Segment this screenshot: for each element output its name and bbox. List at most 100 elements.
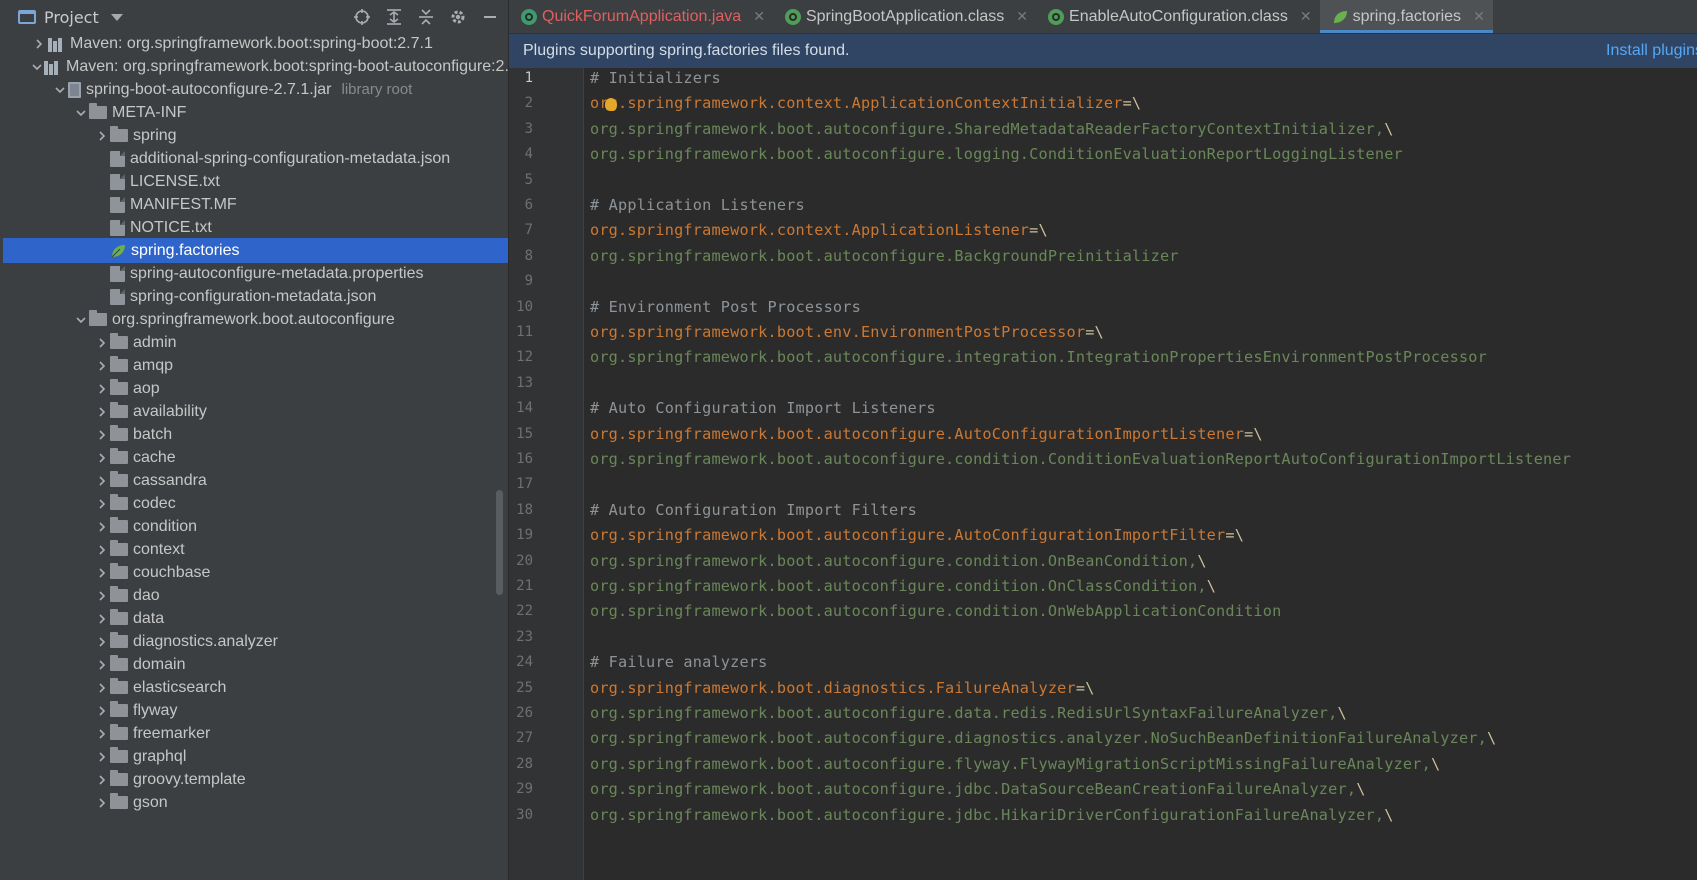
tree-item[interactable]: context [3, 537, 508, 562]
tree-item[interactable]: LICENSE.txt [3, 169, 508, 194]
tree-item[interactable]: flyway [3, 698, 508, 723]
code-line[interactable]: org.springframework.boot.env.Environment… [590, 319, 1104, 346]
chevron-right-icon[interactable] [94, 128, 110, 144]
chevron-right-icon[interactable] [94, 496, 110, 512]
tree-item[interactable]: diagnostics.analyzer [3, 629, 508, 654]
locate-icon[interactable] [352, 7, 372, 27]
code-line[interactable]: org.springframework.boot.autoconfigure.S… [590, 116, 1394, 143]
code-line[interactable]: org.springframework.boot.autoconfigure.f… [590, 751, 1440, 778]
tree-item[interactable]: batch [3, 422, 508, 447]
chevron-right-icon[interactable] [94, 519, 110, 535]
code-line[interactable]: org.springframework.boot.autoconfigure.j… [590, 802, 1394, 829]
chevron-right-icon[interactable] [94, 749, 110, 765]
chevron-right-icon[interactable] [94, 404, 110, 420]
chevron-right-icon[interactable] [94, 772, 110, 788]
code-line[interactable]: org.springframework.boot.autoconfigure.c… [590, 573, 1216, 600]
tree-item[interactable]: MANIFEST.MF [3, 192, 508, 217]
tree-item[interactable]: couchbase [3, 560, 508, 585]
code-line[interactable]: org.springframework.boot.autoconfigure.l… [590, 141, 1403, 168]
tree-item[interactable]: additional-spring-configuration-metadata… [3, 146, 508, 171]
tree-item[interactable]: NOTICE.txt [3, 215, 508, 240]
code-line[interactable]: org.springframework.boot.autoconfigure.A… [590, 522, 1244, 549]
tree-item[interactable]: spring.factories [3, 238, 508, 263]
chevron-right-icon[interactable] [94, 542, 110, 558]
tree-item[interactable]: org.springframework.boot.autoconfigure [3, 307, 508, 332]
chevron-right-icon[interactable] [94, 381, 110, 397]
code-line[interactable]: org.springframework.boot.autoconfigure.i… [590, 344, 1487, 371]
chevron-right-icon[interactable] [94, 427, 110, 443]
project-tree[interactable]: Maven: org.springframework.boot:spring-b… [0, 34, 508, 880]
chevron-down-icon[interactable] [73, 312, 89, 328]
code-editor[interactable]: 1 2 3 4 5 6 7 8 9 10 11 12 13 14 15 16 17 18 19 20 21 22 23 24 2… [509, 68, 1697, 880]
tree-item[interactable]: graphql [3, 744, 508, 769]
tree-item[interactable]: domain [3, 652, 508, 677]
chevron-right-icon[interactable] [94, 703, 110, 719]
tree-item[interactable]: cache [3, 445, 508, 470]
chevron-right-icon[interactable] [31, 36, 47, 52]
tree-item[interactable]: aop [3, 376, 508, 401]
tree-item[interactable]: availability [3, 399, 508, 424]
editor-tab[interactable]: QuickForumApplication.java ✕ [509, 0, 773, 33]
code-line[interactable]: # Application Listeners [590, 192, 805, 219]
code-line[interactable]: # Failure analyzers [590, 649, 768, 676]
close-icon[interactable]: ✕ [1300, 8, 1312, 25]
code-line[interactable]: # Auto Configuration Import Filters [590, 497, 917, 524]
collapse-all-icon[interactable] [416, 7, 436, 27]
code-line[interactable]: # Auto Configuration Import Listeners [590, 395, 936, 422]
code-line[interactable]: org.springframework.context.ApplicationC… [590, 90, 1141, 117]
tree-item[interactable]: spring [3, 123, 508, 148]
gear-icon[interactable] [448, 7, 468, 27]
code-line[interactable]: org.springframework.boot.autoconfigure.d… [590, 700, 1347, 727]
close-icon[interactable]: ✕ [1016, 8, 1028, 25]
code-line[interactable]: org.springframework.boot.diagnostics.Fai… [590, 675, 1095, 702]
intention-bulb-icon[interactable] [605, 98, 617, 111]
close-icon[interactable]: ✕ [1473, 8, 1485, 25]
tree-item[interactable]: dao [3, 583, 508, 608]
tree-scrollbar[interactable] [496, 490, 503, 595]
tree-item[interactable]: freemarker [3, 721, 508, 746]
chevron-down-icon[interactable] [110, 13, 123, 21]
chevron-right-icon[interactable] [94, 450, 110, 466]
chevron-right-icon[interactable] [94, 680, 110, 696]
minimize-icon[interactable] [480, 7, 500, 27]
code-line[interactable]: org.springframework.boot.autoconfigure.c… [590, 446, 1571, 473]
code-line[interactable]: # Initializers [590, 68, 721, 92]
tree-item[interactable]: Maven: org.springframework.boot:spring-b… [3, 54, 508, 79]
chevron-right-icon[interactable] [94, 588, 110, 604]
code-line[interactable]: # Environment Post Processors [590, 294, 861, 321]
chevron-right-icon[interactable] [94, 565, 110, 581]
chevron-right-icon[interactable] [94, 726, 110, 742]
tree-item[interactable]: Maven: org.springframework.boot:spring-b… [3, 31, 508, 56]
code-line[interactable]: org.springframework.context.ApplicationL… [590, 217, 1048, 244]
project-view-title[interactable]: Project [44, 8, 99, 27]
chevron-right-icon[interactable] [94, 358, 110, 374]
chevron-down-icon[interactable] [52, 82, 68, 98]
tree-item[interactable]: groovy.template [3, 767, 508, 792]
tree-item[interactable]: data [3, 606, 508, 631]
tree-item[interactable]: gson [3, 790, 508, 815]
tree-item[interactable]: spring-autoconfigure-metadata.properties [3, 261, 508, 286]
code-line[interactable]: org.springframework.boot.autoconfigure.A… [590, 421, 1263, 448]
tree-item[interactable]: spring-configuration-metadata.json [3, 284, 508, 309]
tree-item[interactable]: META-INF [3, 100, 508, 125]
chevron-right-icon[interactable] [94, 473, 110, 489]
expand-all-icon[interactable] [384, 7, 404, 27]
tree-item[interactable]: elasticsearch [3, 675, 508, 700]
tree-item[interactable]: condition [3, 514, 508, 539]
tree-item[interactable]: spring-boot-autoconfigure-2.7.1.jar libra… [3, 77, 508, 102]
chevron-right-icon[interactable] [94, 657, 110, 673]
code-line[interactable]: org.springframework.boot.autoconfigure.j… [590, 776, 1366, 803]
tree-item[interactable]: amqp [3, 353, 508, 378]
install-plugins-link[interactable]: Install plugins [1606, 42, 1697, 60]
chevron-right-icon[interactable] [94, 611, 110, 627]
chevron-right-icon[interactable] [94, 795, 110, 811]
code-line[interactable]: org.springframework.boot.autoconfigure.c… [590, 598, 1281, 625]
tree-item[interactable]: codec [3, 491, 508, 516]
chevron-right-icon[interactable] [94, 634, 110, 650]
chevron-down-icon[interactable] [73, 105, 89, 121]
code-line[interactable]: org.springframework.boot.autoconfigure.c… [590, 548, 1207, 575]
editor-tab[interactable]: SpringBootApplication.class ✕ [773, 0, 1036, 33]
code-line[interactable]: org.springframework.boot.autoconfigure.B… [590, 243, 1179, 270]
editor-tab[interactable]: spring.factories ✕ [1319, 0, 1494, 33]
tree-item[interactable]: cassandra [3, 468, 508, 493]
